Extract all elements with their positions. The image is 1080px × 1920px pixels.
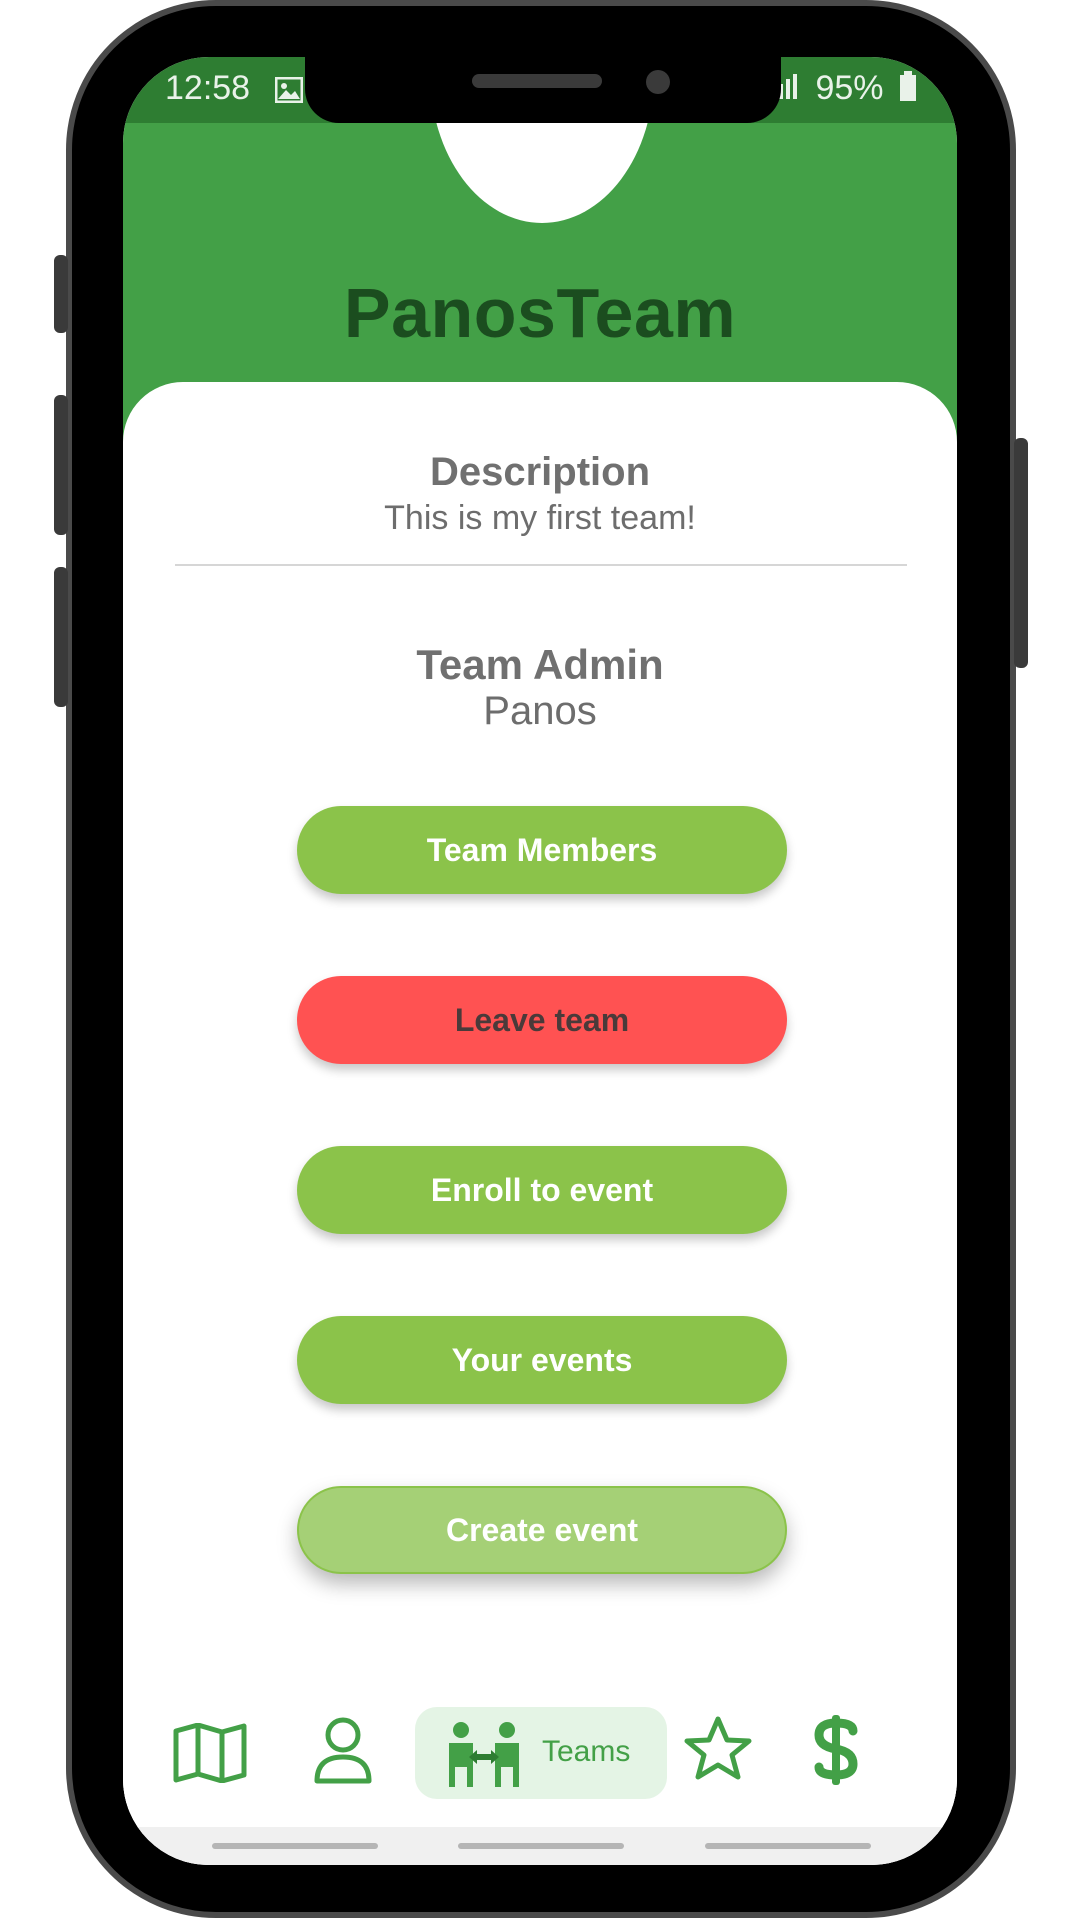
nav-favorites[interactable] — [683, 1715, 753, 1785]
create-event-button[interactable]: Create event — [297, 1486, 787, 1574]
dollar-icon — [814, 1715, 858, 1785]
team-details-card: Description This is my first team! — [123, 382, 957, 1865]
gesture-bar — [123, 1827, 957, 1865]
star-icon — [684, 1716, 752, 1780]
nav-teams-label: Teams — [542, 1735, 631, 1768]
your-events-button[interactable]: Your events — [297, 1316, 787, 1404]
description-title: Description — [429, 450, 651, 494]
front-camera — [646, 70, 670, 94]
battery-percent: 95% — [815, 69, 884, 107]
status-right: 95% — [768, 69, 917, 110]
team-members-button[interactable]: Team Members — [297, 806, 787, 894]
gesture-handle-right[interactable] — [705, 1843, 871, 1849]
status-time: 12:58 — [165, 69, 251, 107]
nav-profile[interactable] — [313, 1715, 373, 1785]
gesture-handle-left[interactable] — [212, 1843, 378, 1849]
bottom-navigation: Teams — [123, 1707, 957, 1837]
team-admin-title: Team Admin — [416, 641, 664, 688]
battery-icon — [899, 70, 917, 110]
nav-map[interactable] — [173, 1722, 247, 1784]
nav-payments[interactable] — [813, 1713, 859, 1787]
map-icon — [173, 1722, 247, 1784]
gesture-handle-center[interactable] — [458, 1843, 624, 1849]
camera-notch — [305, 57, 781, 123]
volume-button — [54, 255, 68, 333]
image-icon — [274, 73, 304, 104]
nav-teams[interactable]: Teams — [415, 1707, 667, 1799]
volume-down-button — [54, 567, 68, 707]
leave-team-button[interactable]: Leave team — [297, 976, 787, 1064]
team-name: PanosTeam — [343, 274, 737, 352]
section-divider — [175, 564, 907, 566]
description-value: This is my first team! — [384, 499, 696, 537]
enroll-event-button[interactable]: Enroll to event — [297, 1146, 787, 1234]
power-button — [1014, 438, 1028, 668]
profile-icon — [314, 1717, 372, 1784]
screen: PanosTeam 12:58 95% Description This is … — [123, 57, 957, 1865]
teams-icon — [449, 1722, 519, 1787]
team-admin-value: Panos — [483, 689, 597, 733]
speaker-grille — [472, 74, 602, 88]
volume-up-button — [54, 395, 68, 535]
